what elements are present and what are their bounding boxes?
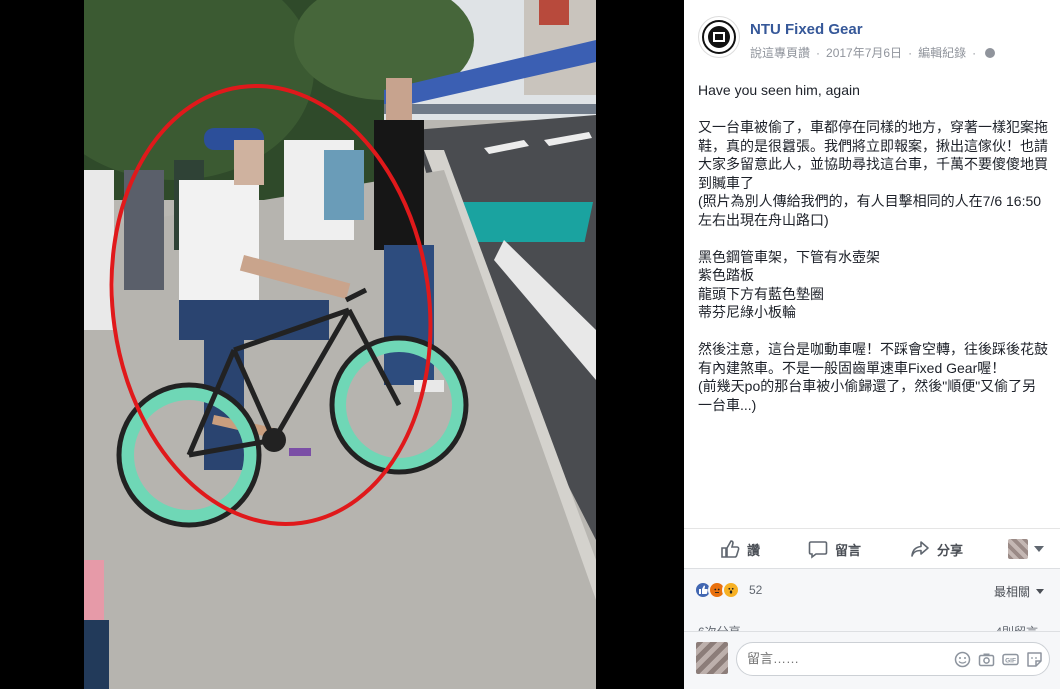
share-arrow-icon (911, 541, 929, 557)
edit-history-link[interactable]: 編輯紀錄 (918, 44, 966, 61)
post-paragraph: 黑色鋼管車架，下管有水壺架 紫色踏板 龍頭下方有藍色墊圈 蒂芬尼綠小板輪 (698, 248, 880, 321)
street-scene-image (84, 0, 596, 689)
reactions-bar: 52 最相關 (684, 568, 1060, 613)
like-button[interactable]: 讚 (720, 539, 760, 559)
post-photo[interactable] (84, 0, 596, 689)
comment-box[interactable]: GIF (736, 642, 1050, 676)
wow-reaction-icon (722, 581, 740, 599)
share-label: 分享 (937, 542, 964, 558)
post-paragraph: 又一台車被偷了，車都停在同樣的地方，穿著一樣犯案拖鞋，真的是很囂張。我們將立即報… (698, 119, 1048, 228)
sticker-button[interactable] (1025, 650, 1043, 668)
public-globe-icon (985, 47, 996, 58)
viewer-avatar (1008, 539, 1028, 559)
comment-input[interactable] (747, 651, 937, 666)
post-text: Have you seen him, again 又一台車被偷了，車都停在同樣的… (698, 81, 1048, 433)
share-button[interactable]: 分享 (910, 539, 963, 559)
separator-dot: · (908, 45, 913, 60)
emoji-button[interactable] (953, 650, 971, 668)
like-page-link[interactable]: 說這專頁讚 (750, 44, 810, 61)
post-date-link[interactable]: 2017年7月6日 (826, 44, 902, 61)
post-meta: 說這專頁讚 · 2017年7月6日 · 編輯紀錄 · (750, 44, 996, 61)
comment-composer: GIF (684, 631, 1060, 689)
camera-icon (978, 653, 994, 666)
reaction-count[interactable]: 52 (749, 583, 762, 597)
comment-button[interactable]: 留言 (808, 539, 861, 559)
chevron-down-icon (1036, 589, 1044, 594)
post-header: NTU Fixed Gear 說這專頁讚 · 2017年7月6日 · 編輯紀錄 … (684, 0, 1060, 70)
thumbs-up-icon (721, 540, 740, 558)
post-paragraph: Have you seen him, again (698, 82, 860, 98)
gif-icon: GIF (1001, 653, 1019, 665)
post-paragraph: 然後注意，這台是咖動車喔！不踩會空轉，往後踩後花鼓有內建煞車。不是一般固齒單速車… (698, 341, 1048, 413)
page-avatar[interactable] (698, 16, 740, 58)
chevron-down-icon (1034, 546, 1044, 552)
ntu-fixed-gear-logo-icon (702, 20, 736, 54)
smiley-icon (954, 651, 970, 667)
photo-button[interactable] (977, 650, 995, 668)
comment-sort-dropdown[interactable]: 最相關 (994, 583, 1044, 600)
user-avatar (696, 642, 728, 674)
svg-text:GIF: GIF (1005, 657, 1016, 664)
gif-button[interactable]: GIF (1001, 650, 1019, 668)
speech-bubble-icon (808, 541, 828, 559)
reaction-icons[interactable] (694, 581, 740, 599)
sort-label: 最相關 (993, 585, 1030, 599)
separator-dot: · (972, 45, 977, 60)
comment-label: 留言 (835, 542, 862, 558)
post-panel: NTU Fixed Gear 說這專頁讚 · 2017年7月6日 · 編輯紀錄 … (684, 0, 1060, 689)
post-actions-bar: 讚 留言 分享 (684, 528, 1060, 568)
page-name-link[interactable]: NTU Fixed Gear (750, 21, 863, 38)
like-label: 讚 (747, 542, 761, 558)
post-as-selector[interactable] (1008, 539, 1044, 559)
separator-dot: · (816, 45, 821, 60)
comment-tools: GIF (953, 650, 1043, 668)
sticker-icon (1026, 651, 1042, 667)
